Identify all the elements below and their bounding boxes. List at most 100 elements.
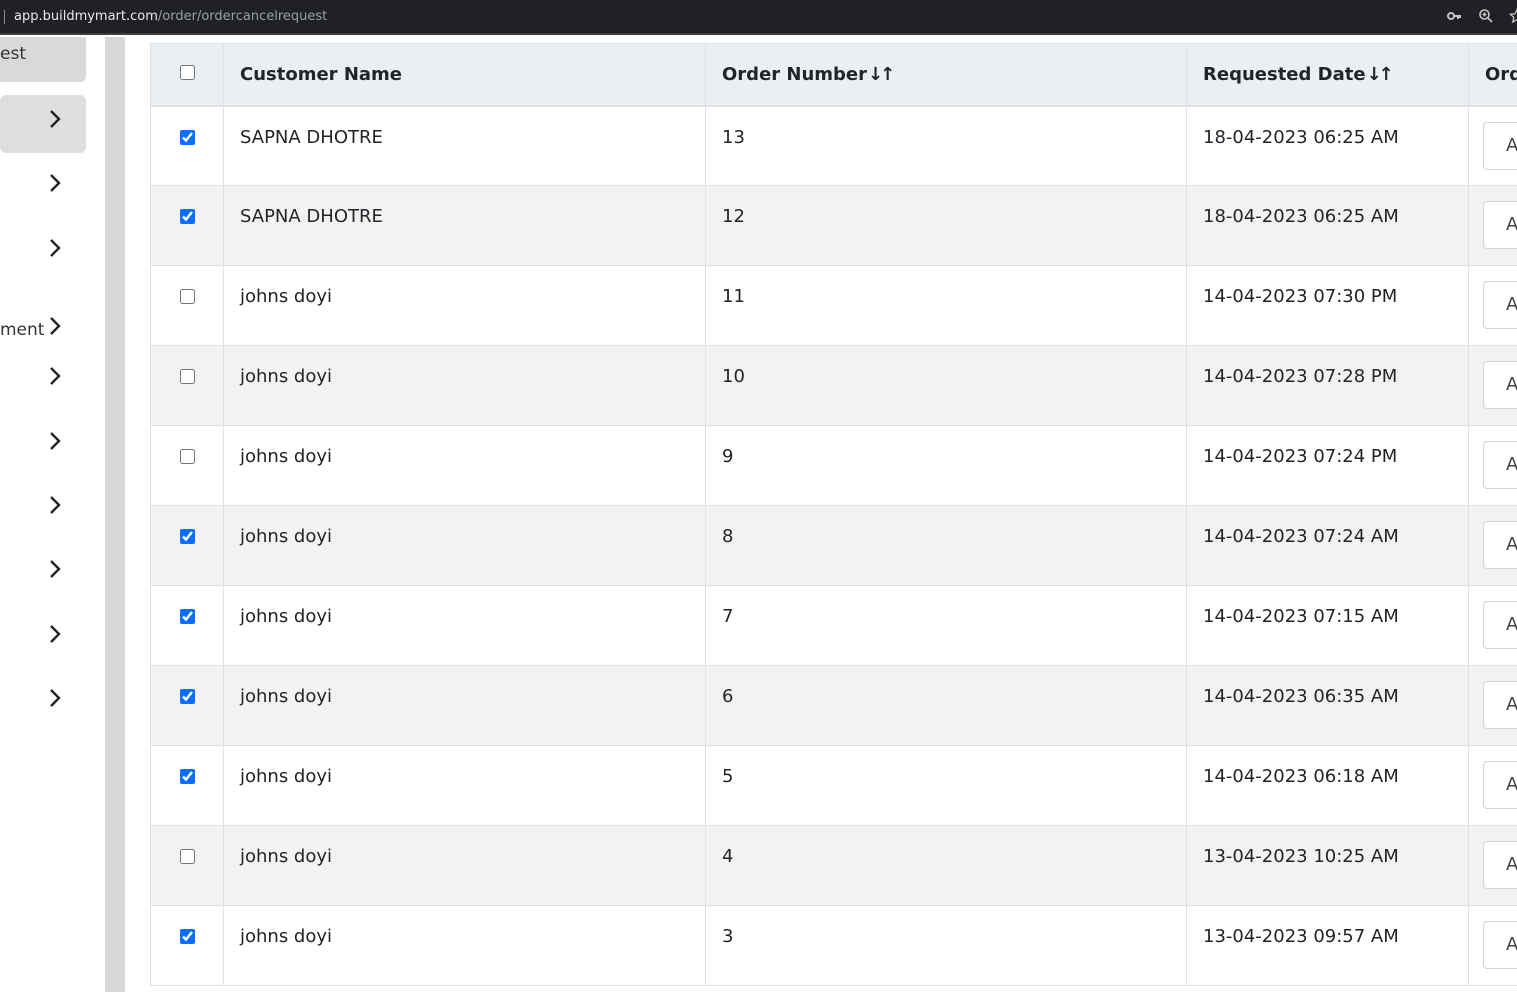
order-number-cell: 3 [705,905,1187,986]
sidebar-item-10[interactable] [0,674,86,732]
row-select-cell [150,345,224,426]
table-row: johns doyi714-04-2023 07:15 AM A [150,585,1517,666]
sidebar-item-0[interactable]: est [0,37,86,82]
table-row: johns doyi313-04-2023 09:57 AM A [150,905,1517,986]
table-row: SAPNA DHOTRE1318-04-2023 06:25 AM A [150,105,1517,186]
order-number-cell: 4 [705,825,1187,906]
order-number-cell: 5 [705,745,1187,826]
row-select-cell [150,185,224,266]
sidebar-item-label: est [0,44,26,64]
order-status-select[interactable]: A [1483,921,1517,969]
sidebar-item-8[interactable] [0,545,86,603]
row-select-checkbox[interactable] [179,849,195,864]
requested-date-cell: 14-04-2023 06:35 AM [1186,665,1469,746]
chevron-right-icon [50,239,61,257]
order-status-select[interactable]: A [1483,601,1517,649]
requested-date-cell: 18-04-2023 06:25 AM [1186,185,1469,266]
chevron-right-icon [50,110,61,128]
order-status-select[interactable]: A [1483,281,1517,329]
customer-name-cell: johns doyi [223,425,706,506]
order-number-cell: 8 [705,505,1187,586]
requested-date-cell: 14-04-2023 06:18 AM [1186,745,1469,826]
customer-name-cell: johns doyi [223,345,706,426]
row-select-checkbox[interactable] [179,529,195,544]
row-select-checkbox[interactable] [179,449,195,464]
order-status-cell: A [1468,505,1517,586]
table-row: johns doyi614-04-2023 06:35 AM A [150,665,1517,746]
customer-name-cell: johns doyi [223,585,706,666]
requested-date-cell: 13-04-2023 09:57 AM [1186,905,1469,986]
order-status-cell: A [1468,345,1517,426]
order-number-cell: 10 [705,345,1187,426]
row-select-cell [150,505,224,586]
column-header-order-number[interactable]: Order Number↓↑ [705,43,1187,107]
table-row: johns doyi914-04-2023 07:24 PM A [150,425,1517,506]
requested-date-cell: 14-04-2023 07:30 PM [1186,265,1469,346]
cancel-request-table-container: Customer Name Order Number↓↑ Requested D… [150,43,1517,992]
row-select-cell [150,905,224,986]
row-select-checkbox[interactable] [179,689,195,704]
order-status-select[interactable]: A [1483,201,1517,249]
order-status-select[interactable]: A [1483,361,1517,409]
address-bar-icons [1445,8,1517,26]
row-select-cell [150,265,224,346]
sidebar-item-6[interactable] [0,417,86,475]
table-header: Customer Name Order Number↓↑ Requested D… [150,43,1517,107]
order-status-cell: A [1468,745,1517,826]
row-select-checkbox[interactable] [179,369,195,384]
sidebar-item-5[interactable] [0,352,86,410]
row-select-checkbox[interactable] [179,609,195,624]
select-all-cell [150,43,224,107]
order-status-cell: A [1468,185,1517,266]
order-status-select[interactable]: A [1483,521,1517,569]
row-select-cell [150,825,224,906]
requested-date-cell: 14-04-2023 07:24 PM [1186,425,1469,506]
order-number-cell: 6 [705,665,1187,746]
row-select-checkbox[interactable] [179,129,195,145]
star-icon[interactable] [1509,8,1517,26]
order-status-select[interactable]: A [1483,121,1517,170]
sidebar-item-2[interactable] [0,159,86,217]
sidebar-item-9[interactable] [0,610,86,668]
order-status-select[interactable]: A [1483,761,1517,809]
key-icon[interactable] [1445,8,1463,26]
chevron-right-icon [50,432,61,450]
row-select-checkbox[interactable] [179,769,195,784]
sidebar-item-label: ment [0,320,45,340]
requested-date-cell: 14-04-2023 07:24 AM [1186,505,1469,586]
url-text[interactable]: app.buildmymart.com/order/ordercancelreq… [14,9,327,24]
sidebar-item-4[interactable]: ment [0,288,86,346]
row-select-cell [150,105,224,186]
chevron-right-icon [50,317,61,335]
sort-arrows-icon[interactable]: ↓↑ [1367,64,1394,85]
select-all-checkbox[interactable] [179,64,195,80]
cancel-request-table: Customer Name Order Number↓↑ Requested D… [150,43,1517,986]
row-select-checkbox[interactable] [179,289,195,304]
table-row: johns doyi1114-04-2023 07:30 PM A [150,265,1517,346]
order-status-cell: A [1468,105,1517,186]
chevron-right-icon [50,496,61,514]
chevron-right-icon [50,174,61,192]
chevron-right-icon [50,367,61,385]
order-status-cell: A [1468,825,1517,906]
row-select-checkbox[interactable] [179,209,195,224]
sidebar-item-3[interactable] [0,224,86,282]
row-select-checkbox[interactable] [179,929,195,944]
order-status-cell: A [1468,265,1517,346]
table-row: johns doyi413-04-2023 10:25 AM A [150,825,1517,906]
requested-date-cell: 14-04-2023 07:15 AM [1186,585,1469,666]
order-status-select[interactable]: A [1483,441,1517,489]
sort-arrows-icon[interactable]: ↓↑ [868,64,895,85]
sidebar-gutter [105,37,125,992]
column-header-customer-name: Customer Name [223,43,706,107]
table-header-row: Customer Name Order Number↓↑ Requested D… [150,43,1517,107]
table-row: johns doyi1014-04-2023 07:28 PM A [150,345,1517,426]
sidebar-item-1[interactable] [0,95,86,153]
sidebar-item-7[interactable] [0,481,86,539]
order-status-select[interactable]: A [1483,681,1517,729]
column-header-requested-date[interactable]: Requested Date↓↑ [1186,43,1469,107]
customer-name-header-label: Customer Name [240,63,402,85]
order-status-select[interactable]: A [1483,841,1517,889]
zoom-icon[interactable] [1477,8,1495,26]
row-select-cell [150,425,224,506]
